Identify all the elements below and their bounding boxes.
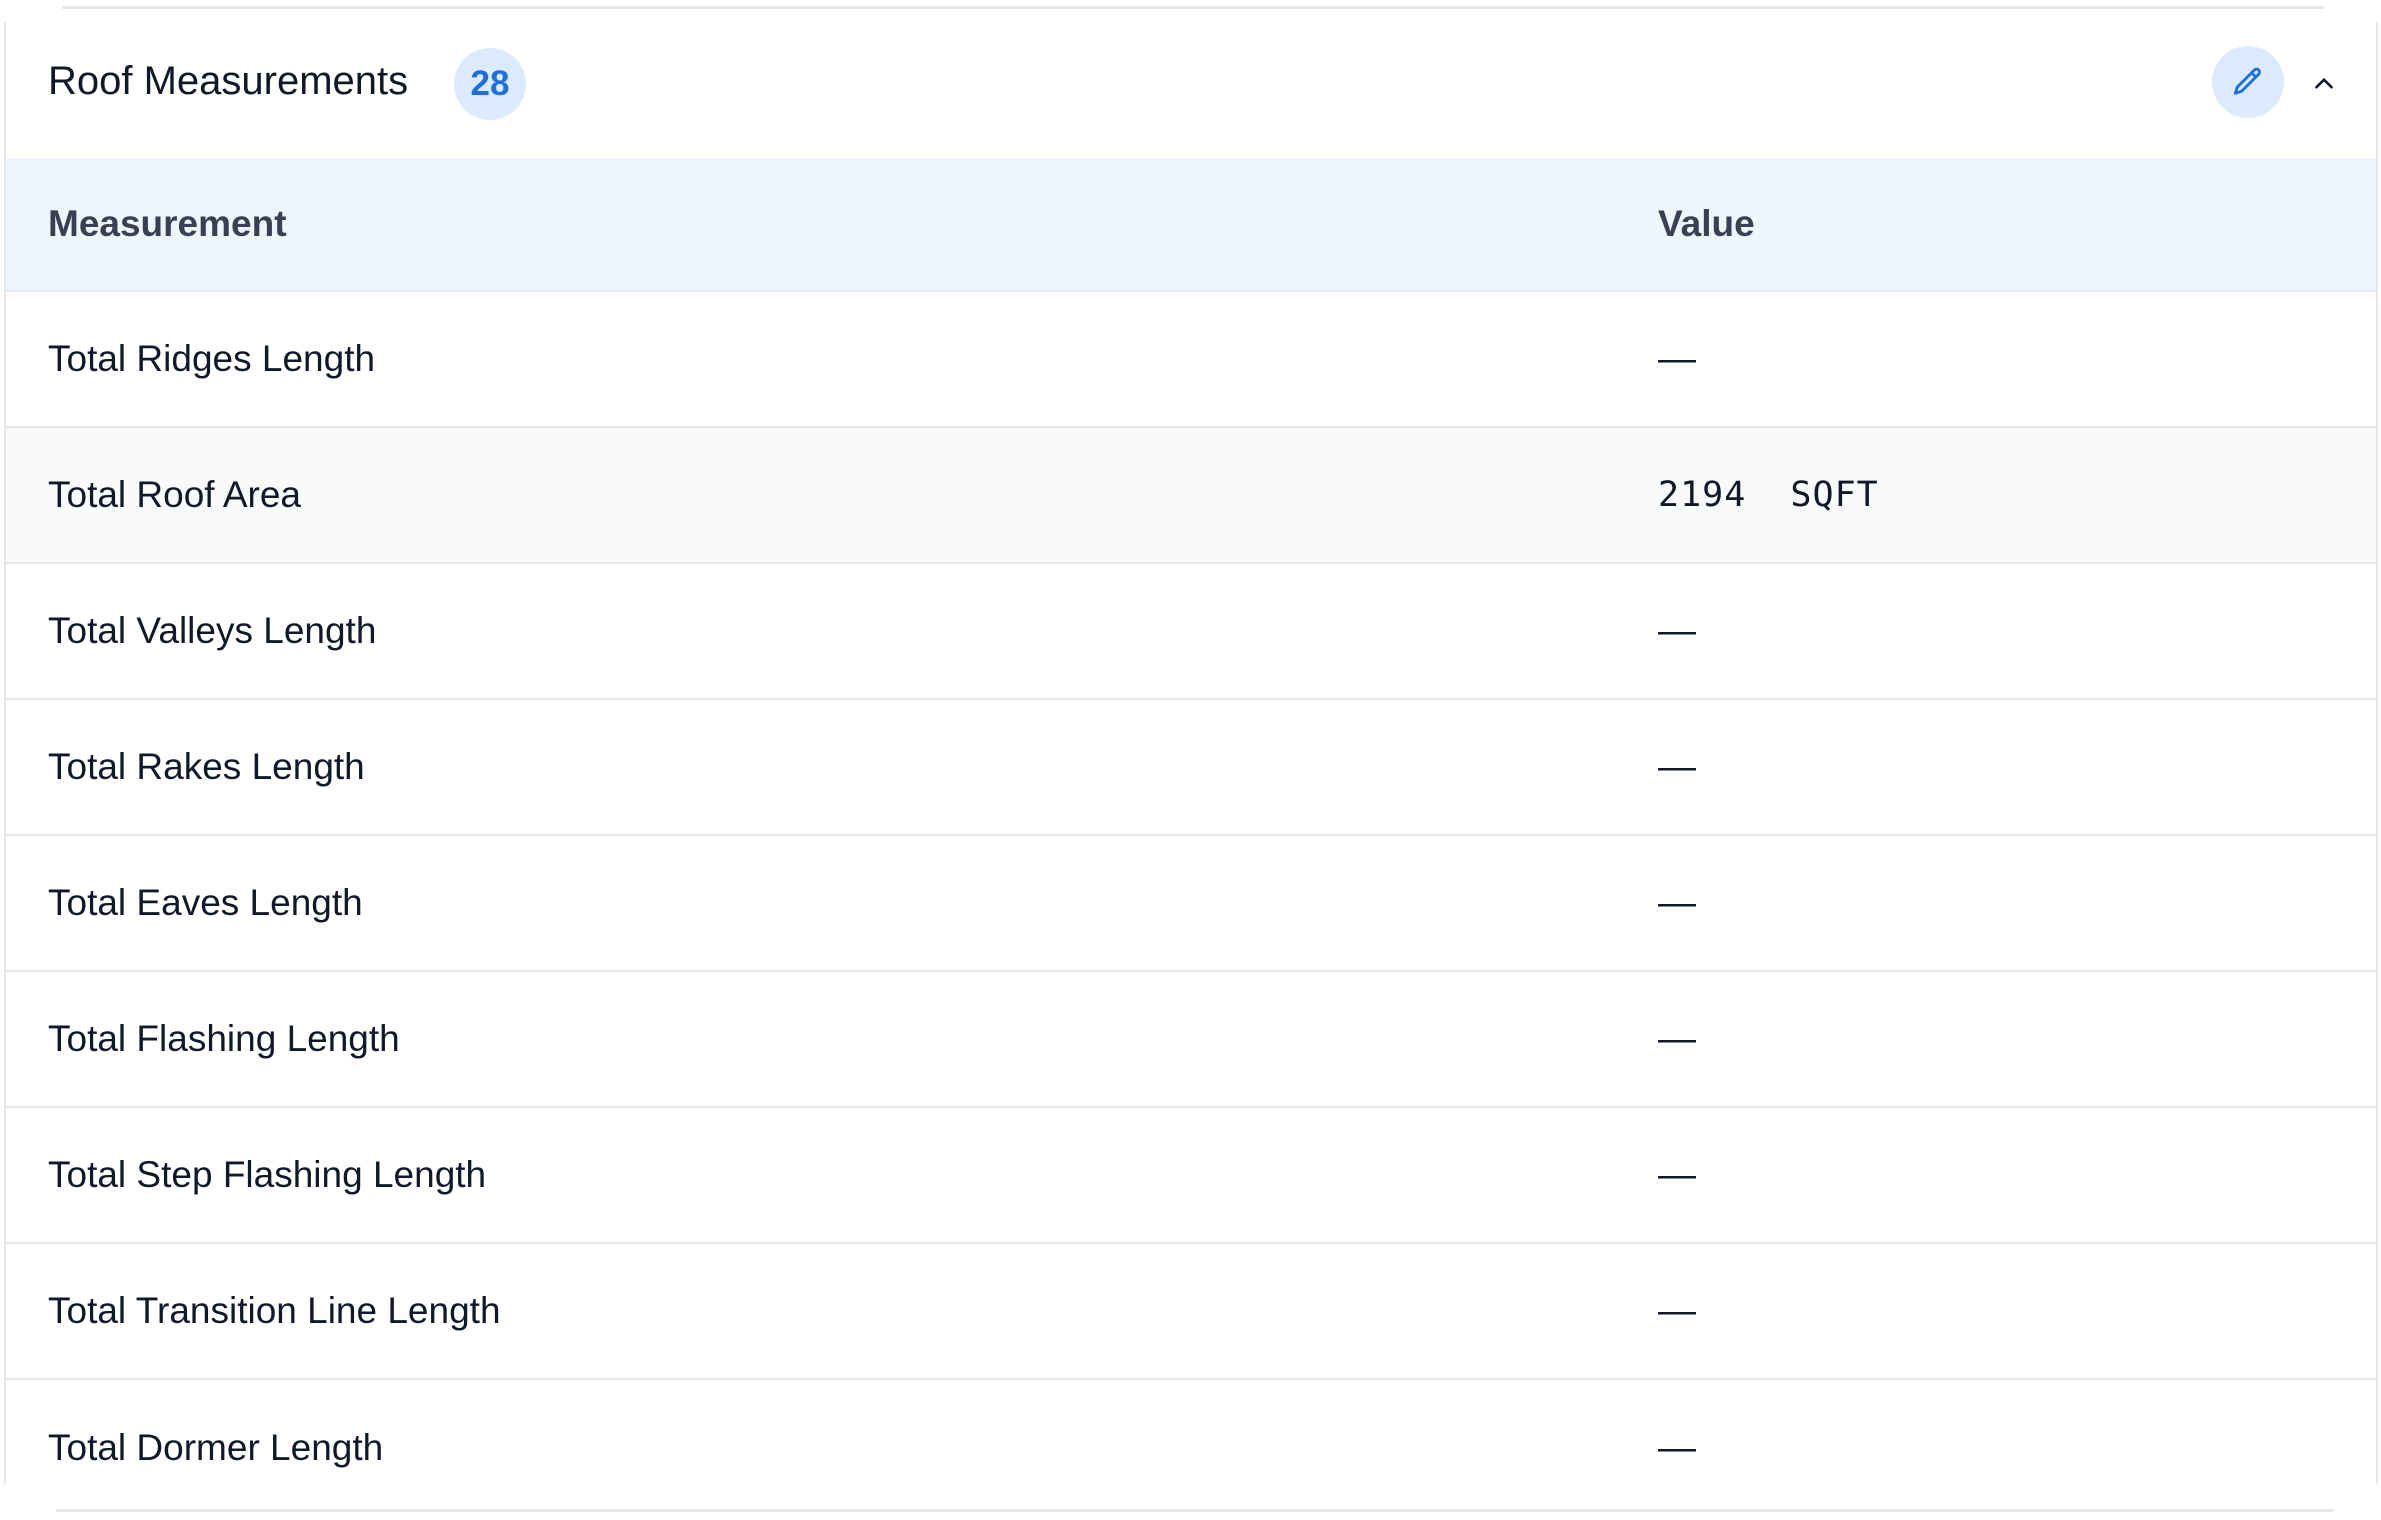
measurement-label: Total Transition Line Length xyxy=(48,1290,501,1331)
measurement-label: Total Dormer Length xyxy=(48,1427,384,1468)
table-row: Total Transition Line Length — xyxy=(6,1244,2376,1380)
measurement-label: Total Step Flashing Length xyxy=(48,1154,487,1195)
measurement-label: Total Eaves Length xyxy=(48,882,363,923)
measurement-value: — xyxy=(1658,337,1696,380)
measurement-value: — xyxy=(1658,881,1696,924)
measurements-table: Measurement Value Total Ridges Length — … xyxy=(6,158,2376,1516)
pencil-icon xyxy=(2233,67,2261,95)
panel-header: Roof Measurements 28 xyxy=(6,22,2376,158)
table-row: Total Dormer Length — xyxy=(6,1380,2376,1516)
chevron-up-icon xyxy=(2315,78,2333,89)
table-header-row: Measurement Value xyxy=(6,158,2376,292)
table-row: Total Rakes Length — xyxy=(6,700,2376,836)
measurement-value: — xyxy=(1658,609,1696,652)
column-header-value: Value xyxy=(1658,203,1755,244)
measurement-label: Total Roof Area xyxy=(48,474,301,515)
top-divider xyxy=(62,6,2324,9)
measurement-value: — xyxy=(1658,745,1696,788)
table-row: Total Flashing Length — xyxy=(6,972,2376,1108)
edit-button[interactable] xyxy=(2212,46,2284,118)
collapse-button[interactable] xyxy=(2302,62,2346,106)
measurement-value: — xyxy=(1658,1153,1696,1196)
measurement-value: — xyxy=(1658,1017,1696,1060)
measurement-value: — xyxy=(1658,1289,1696,1332)
measurement-label: Total Ridges Length xyxy=(48,338,376,379)
column-header-measurement: Measurement xyxy=(48,203,287,244)
table-row: Total Step Flashing Length — xyxy=(6,1108,2376,1244)
table-row: Total Eaves Length — xyxy=(6,836,2376,972)
measurement-value: — xyxy=(1658,1426,1696,1469)
measurement-label: Total Valleys Length xyxy=(48,610,377,651)
measurement-value: 2194 SQFT xyxy=(1658,475,1879,515)
bottom-divider xyxy=(56,1509,2334,1512)
measurement-label: Total Flashing Length xyxy=(48,1018,400,1059)
roof-measurements-panel: Roof Measurements 28 Measurement Value T… xyxy=(4,22,2378,1484)
table-row: Total Roof Area 2194 SQFT xyxy=(6,428,2376,564)
measurement-label: Total Rakes Length xyxy=(48,746,365,787)
table-row: Total Ridges Length — xyxy=(6,292,2376,428)
table-row: Total Valleys Length — xyxy=(6,564,2376,700)
panel-title: Roof Measurements xyxy=(48,59,409,103)
count-badge: 28 xyxy=(454,48,526,120)
